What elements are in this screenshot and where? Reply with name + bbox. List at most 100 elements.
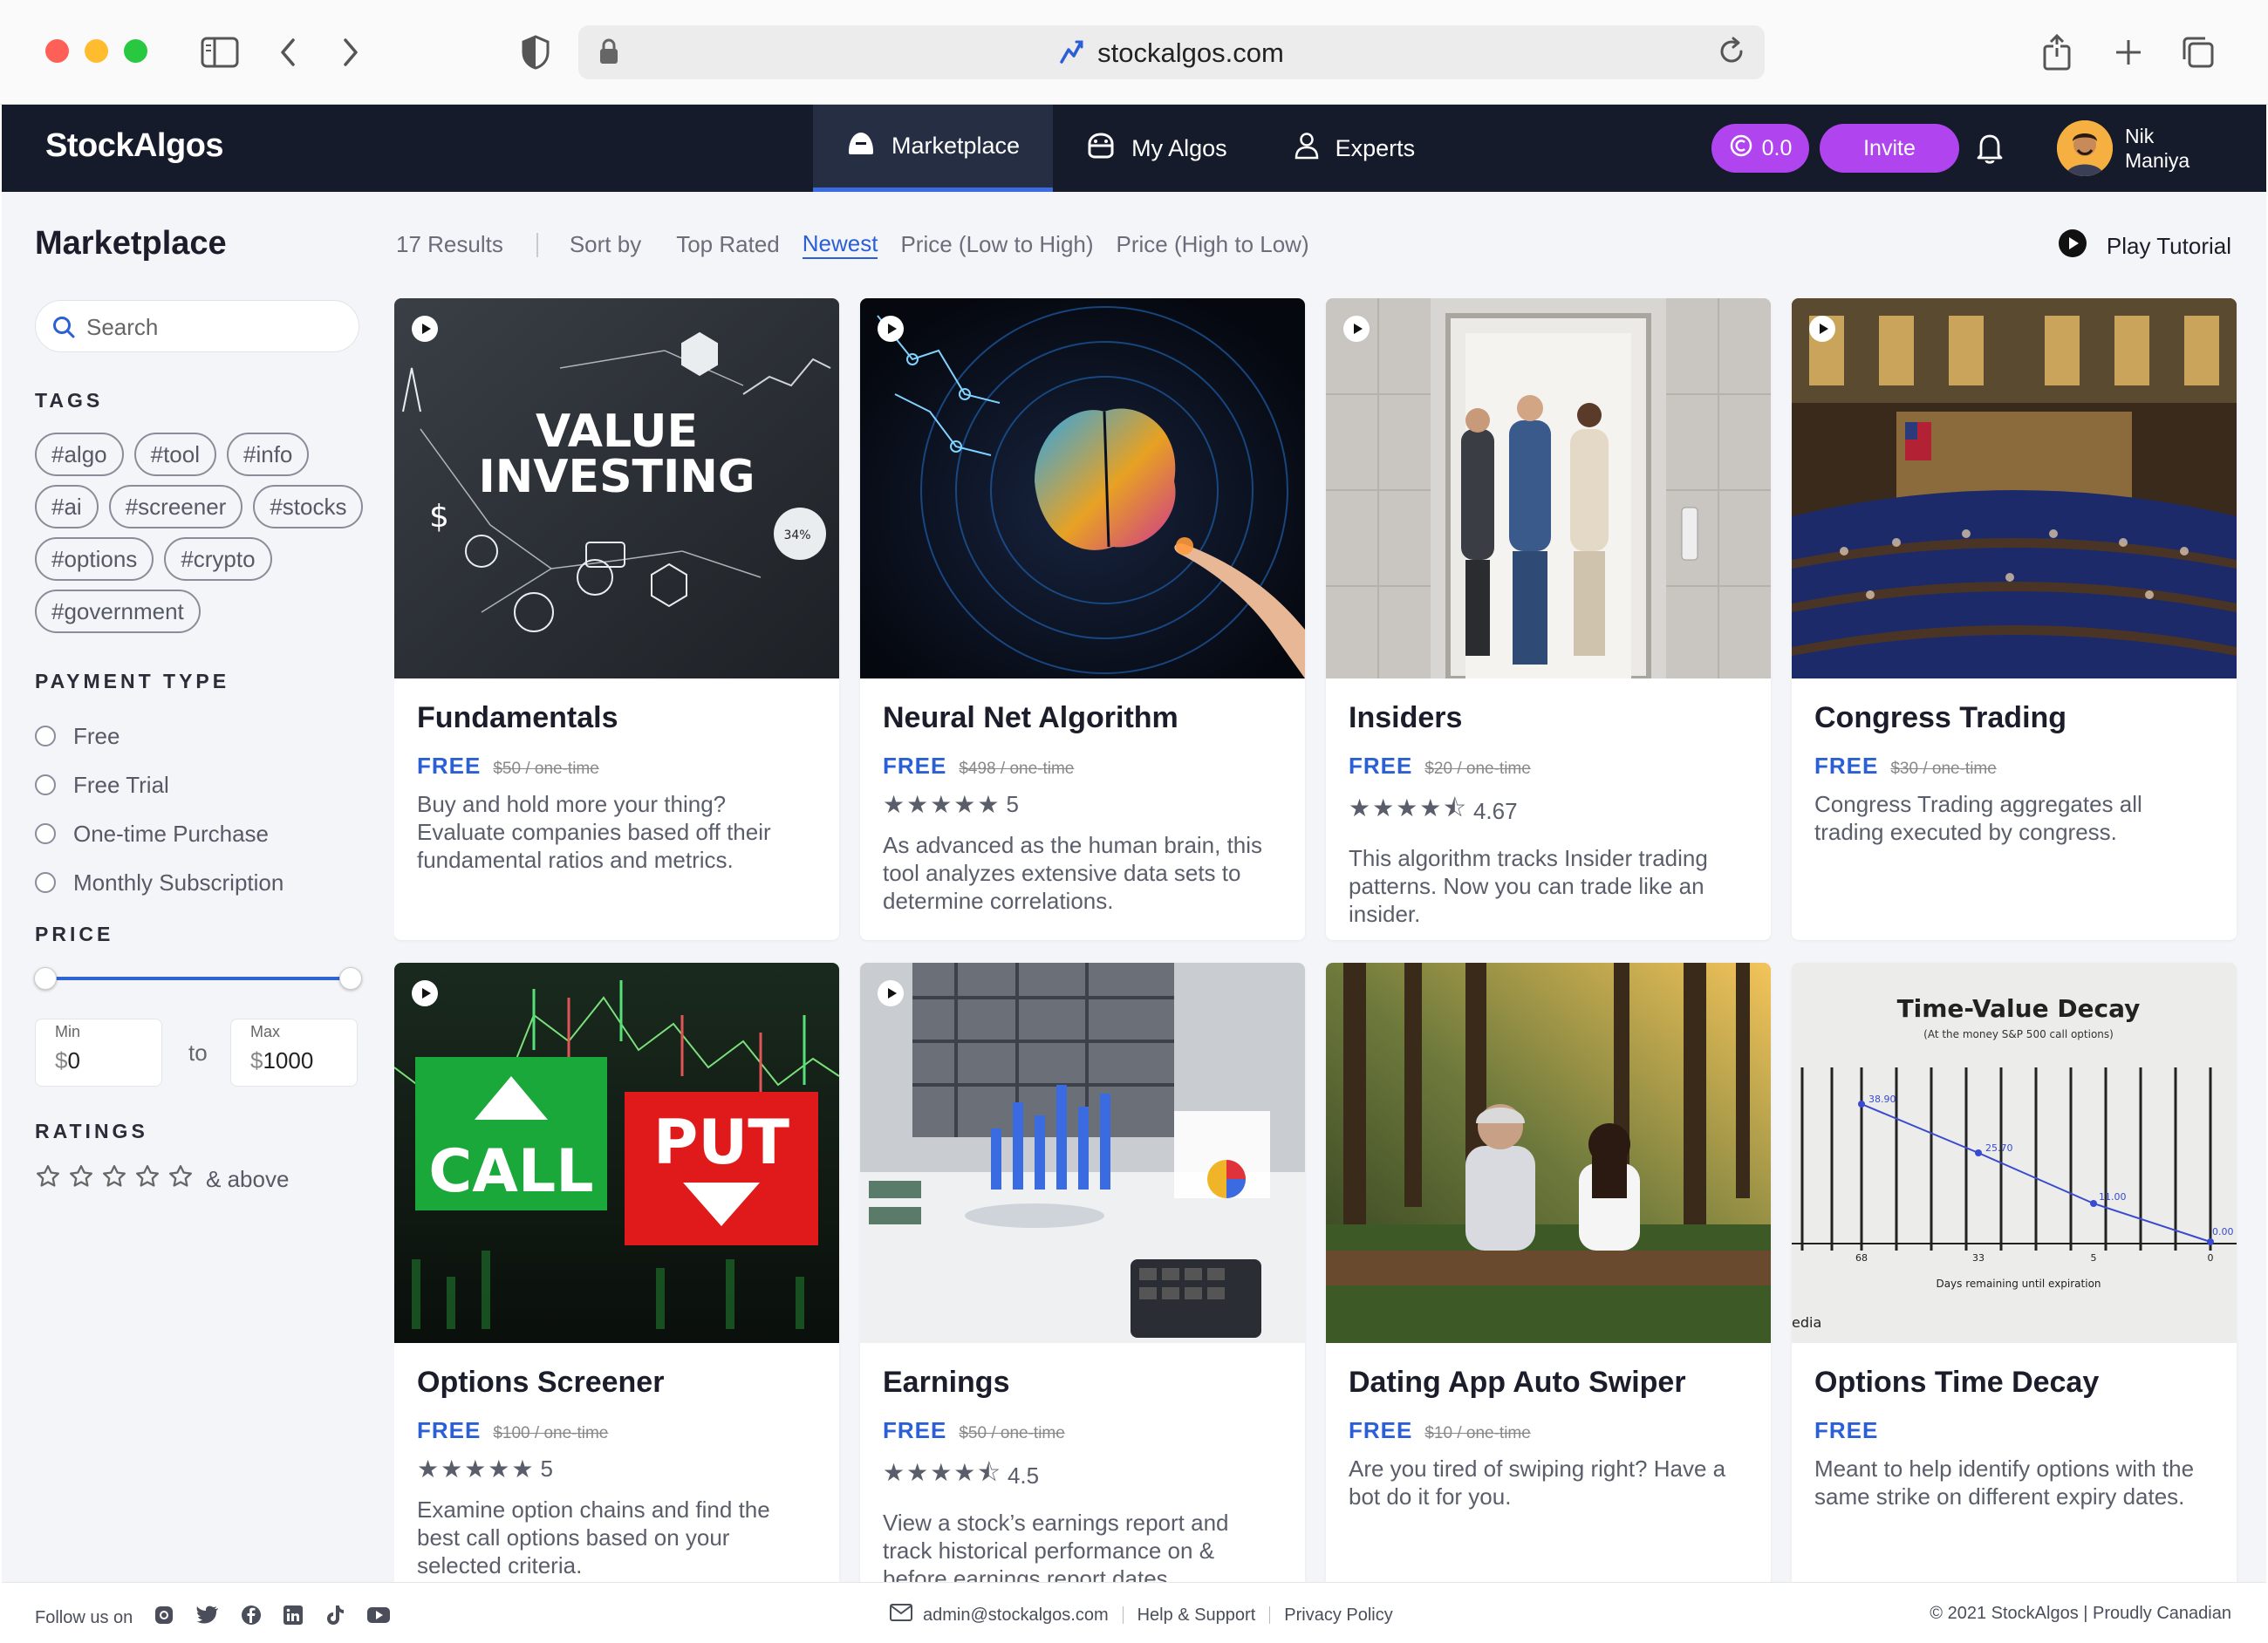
price-max-value: 1000 <box>263 1047 314 1074</box>
search-input[interactable] <box>86 311 331 343</box>
youtube-icon[interactable] <box>366 1606 391 1630</box>
avatar[interactable] <box>2057 120 2113 176</box>
tag-ai[interactable]: #ai <box>35 485 99 528</box>
play-video-icon[interactable] <box>878 980 904 1006</box>
algo-card-earnings[interactable]: Earnings FREE $50 / one-time ★★★★⯪ 4.5 Vie… <box>860 963 1305 1582</box>
radio-button[interactable] <box>35 774 56 795</box>
search-box[interactable] <box>35 300 359 352</box>
play-video-icon[interactable] <box>1343 316 1370 342</box>
price-free: FREE <box>883 753 947 779</box>
browser-toolbar: stockalgos.com <box>0 0 2268 105</box>
card-description: This algorithm tracks Insider trading pa… <box>1349 845 1708 927</box>
star-rating-icons: ★★★★★ <box>883 791 1001 818</box>
price-max-handle[interactable] <box>339 967 362 990</box>
user-name[interactable]: Nik Maniya <box>2125 124 2189 173</box>
algo-card-fundamentals[interactable]: VALUE INVESTING 34% $ Fundamentals FREE $… <box>394 298 839 940</box>
price-max-field[interactable]: Max $1000 <box>230 1019 358 1087</box>
card-image-earnings-desk <box>860 963 1305 1343</box>
tag-stocks[interactable]: #stocks <box>253 485 364 528</box>
stockalgos-logo[interactable]: StockAlgos <box>45 127 224 165</box>
user-icon <box>1294 132 1320 166</box>
nav-experts[interactable]: Experts <box>1260 105 1449 192</box>
user-last-name: Maniya <box>2125 149 2190 172</box>
maximize-window-button[interactable] <box>124 39 147 63</box>
tag-info[interactable]: #info <box>227 433 310 476</box>
radio-button[interactable] <box>35 823 56 844</box>
privacy-shield-icon[interactable] <box>511 28 560 77</box>
footer-help-link[interactable]: Help & Support <box>1137 1606 1256 1626</box>
search-icon <box>51 315 76 344</box>
algo-card-options-time-decay[interactable]: Time-Value Decay (At the money S&P 500 c… <box>1792 963 2237 1582</box>
decay-chart-title: Time-Value Decay <box>1897 994 2141 1023</box>
tag-government[interactable]: #government <box>35 590 201 633</box>
tag-algo[interactable]: #algo <box>35 433 124 476</box>
nav-marketplace-label: Marketplace <box>891 133 1021 159</box>
tag-options[interactable]: #options <box>35 537 154 581</box>
sidebar-toggle-icon[interactable] <box>195 28 244 77</box>
price-original: $498 / one-time <box>959 760 1075 778</box>
tag-screener[interactable]: #screener <box>108 485 243 528</box>
tab-overview-icon[interactable] <box>2174 28 2223 77</box>
sort-top-rated[interactable]: Top Rated <box>676 231 780 258</box>
payment-option-monthly[interactable]: Monthly Subscription <box>35 858 284 907</box>
tiktok-icon[interactable] <box>324 1604 345 1632</box>
star-outline-icon[interactable] <box>101 1163 127 1196</box>
reload-icon[interactable] <box>1716 36 1747 72</box>
sort-by-label: Sort by <box>569 231 642 257</box>
price-min-handle[interactable] <box>34 967 57 990</box>
star-rating-icons: ★★★★⯪ <box>883 1459 1002 1486</box>
new-tab-icon[interactable] <box>2104 28 2153 77</box>
star-outline-icon[interactable] <box>167 1163 194 1196</box>
algo-card-congress-trading[interactable]: Congress Trading FREE $30 / one-time Cong… <box>1792 298 2237 940</box>
invite-button[interactable]: Invite <box>1820 124 1959 173</box>
star-outline-icon[interactable] <box>35 1163 61 1196</box>
tag-tool[interactable]: #tool <box>133 433 217 476</box>
put-text: PUT <box>653 1107 789 1178</box>
algo-card-insiders[interactable]: Insiders FREE $20 / one-time ★★★★⯪ 4.67 Th… <box>1326 298 1771 940</box>
nav-marketplace[interactable]: Marketplace <box>813 105 1054 192</box>
twitter-icon[interactable] <box>195 1605 220 1631</box>
bell-icon[interactable] <box>1975 131 2005 170</box>
radio-button[interactable] <box>35 726 56 747</box>
play-video-icon[interactable] <box>412 980 438 1006</box>
footer-privacy-link[interactable]: Privacy Policy <box>1284 1606 1392 1626</box>
tag-crypto[interactable]: #crypto <box>164 537 272 581</box>
sort-price-low-high[interactable]: Price (Low to High) <box>900 231 1093 258</box>
address-bar[interactable]: stockalgos.com <box>578 25 1765 79</box>
back-icon[interactable] <box>263 28 312 77</box>
rating-stars: ★★★★★ 5 <box>883 790 1282 819</box>
marketplace-icon <box>846 129 876 163</box>
decay-watermark: edia <box>1792 1314 1821 1331</box>
sort-price-high-low[interactable]: Price (High to Low) <box>1117 231 1309 258</box>
play-video-icon[interactable] <box>878 316 904 342</box>
credits-pill[interactable]: 0.0 <box>1711 124 1809 173</box>
card-title: Earnings <box>883 1366 1010 1399</box>
price-range-slider[interactable] <box>34 967 362 990</box>
payment-option-one-time[interactable]: One-time Purchase <box>35 809 284 858</box>
play-video-icon[interactable] <box>412 316 438 342</box>
play-tutorial-button[interactable]: Play Tutorial <box>2058 228 2231 264</box>
price-free: FREE <box>1349 753 1413 779</box>
algo-card-options-screener[interactable]: CALL PUT Options Screener FREE $100 / one… <box>394 963 839 1582</box>
payment-option-free-trial[interactable]: Free Trial <box>35 760 284 809</box>
linkedin-icon[interactable] <box>283 1605 304 1631</box>
play-video-icon[interactable] <box>1809 316 1835 342</box>
sort-newest[interactable]: Newest <box>802 230 878 259</box>
algo-card-dating-swiper[interactable]: Dating App Auto Swiper FREE $10 / one-tim… <box>1326 963 1771 1582</box>
instagram-icon[interactable] <box>154 1605 174 1631</box>
footer-email-link[interactable]: admin@stockalgos.com <box>923 1606 1109 1626</box>
forward-icon[interactable] <box>326 28 375 77</box>
star-outline-icon[interactable] <box>134 1163 161 1196</box>
close-window-button[interactable] <box>45 39 69 63</box>
price-min-field[interactable]: Min $0 <box>35 1019 162 1087</box>
payment-option-free[interactable]: Free <box>35 712 284 760</box>
nav-my-algos[interactable]: My Algos <box>1053 105 1260 192</box>
algo-card-neural-net[interactable]: Neural Net Algorithm FREE $498 / one-time… <box>860 298 1305 940</box>
minimize-window-button[interactable] <box>85 39 108 63</box>
url-text: stockalgos.com <box>1097 37 1284 69</box>
share-icon[interactable] <box>2032 28 2081 77</box>
radio-button[interactable] <box>35 872 56 893</box>
star-outline-icon[interactable] <box>68 1163 94 1196</box>
facebook-icon[interactable] <box>241 1605 262 1631</box>
payment-option-label: Free <box>73 722 120 749</box>
